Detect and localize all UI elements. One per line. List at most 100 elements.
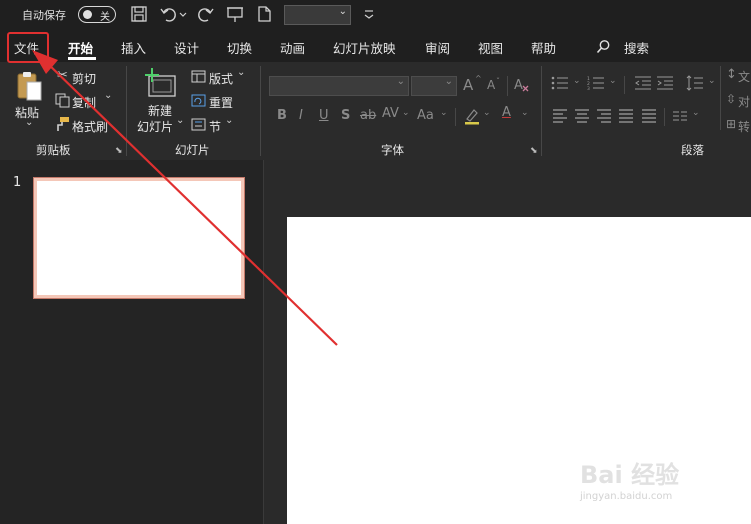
align-left-icon[interactable] [552,109,568,123]
tab-design[interactable]: 设计 [174,38,199,57]
tab-review[interactable]: 审阅 [425,38,450,57]
numbering-icon[interactable]: 1 2 3 [587,76,605,90]
tab-animations[interactable]: 动画 [280,38,305,57]
svg-text:3: 3 [587,86,590,90]
paste-icon[interactable] [12,70,46,104]
font-color-button[interactable]: A [502,105,511,120]
distributed-icon[interactable] [641,109,657,123]
section-button[interactable]: 节 [209,118,221,135]
shadow-button[interactable]: S [341,108,350,123]
new-slide-label[interactable]: 新建 [148,102,172,119]
slide-thumbnail[interactable] [33,177,245,299]
layout-icon[interactable] [191,70,206,83]
underline-button[interactable]: U [319,108,329,123]
decrease-indent-icon[interactable] [634,76,652,90]
tab-transitions[interactable]: 切换 [227,38,252,57]
layout-button[interactable]: 版式 [209,70,233,87]
convert-smartart-button[interactable]: 转 [738,118,750,135]
font-color-chevron-down-icon[interactable]: ⌄ [521,108,529,118]
new-slide-label-2[interactable]: 幻灯片 [137,118,173,135]
divider [507,76,508,96]
change-case-button[interactable]: Aa [417,108,434,123]
undo-icon[interactable] [160,5,178,23]
tab-home[interactable]: 开始 [68,38,93,57]
font-size-select[interactable]: ⌄ [411,76,457,96]
numbering-chevron-down-icon[interactable]: ⌄ [609,76,617,86]
redo-icon[interactable] [196,5,214,23]
search-icon[interactable] [596,39,611,54]
text-direction-icon[interactable]: ↕ [726,67,737,82]
customize-qat-icon[interactable] [362,5,376,23]
copy-button[interactable]: 复制 [72,94,96,111]
layout-chevron-down-icon[interactable]: ⌄ [237,67,245,78]
highlight-icon[interactable] [463,107,481,125]
clear-formatting-icon[interactable]: A [513,76,531,94]
increase-indent-icon[interactable] [656,76,674,90]
svg-text:A: A [514,78,523,93]
format-painter-button[interactable]: 格式刷 [72,118,108,135]
smartart-icon[interactable]: ⊞ [726,117,736,131]
justify-icon[interactable] [618,109,634,123]
italic-button[interactable]: I [299,108,303,123]
bold-button[interactable]: B [277,108,287,123]
format-painter-icon[interactable] [54,116,70,132]
present-icon[interactable] [226,5,244,23]
grow-font-button[interactable]: A [463,76,473,94]
tab-insert[interactable]: 插入 [121,38,146,57]
new-slide-chevron-down-icon[interactable]: ⌄ [176,115,184,126]
divider [720,66,721,130]
section-chevron-down-icon[interactable]: ⌄ [225,115,233,126]
strikethrough-button[interactable]: ab [360,108,376,123]
grow-font-arrow-icon: ^ [475,74,482,83]
reset-icon[interactable] [191,94,206,107]
font-name-select[interactable]: ⌄ [269,76,409,96]
save-icon[interactable] [130,5,148,23]
chevron-down-icon: ⌄ [444,76,453,87]
tab-help[interactable]: 帮助 [531,38,556,57]
active-tab-indicator [68,57,96,60]
clipboard-launcher-icon[interactable]: ⬊ [115,146,123,156]
ribbon-tabs: 文件 开始 插入 设计 切换 动画 幻灯片放映 审阅 视图 帮助 搜索 [0,30,751,62]
cut-button[interactable]: 剪切 [72,70,96,87]
paragraph-group-label: 段落 [681,143,704,157]
quick-access-toolbar: 自动保存 关 ⌄ [0,0,751,30]
align-right-icon[interactable] [596,109,612,123]
copy-chevron-down-icon[interactable]: ⌄ [104,90,112,101]
tab-search[interactable]: 搜索 [624,38,649,57]
shrink-font-arrow-icon: ˇ [496,77,500,86]
bullets-chevron-down-icon[interactable]: ⌄ [573,76,581,86]
new-file-icon[interactable] [255,5,273,23]
new-slide-icon[interactable] [143,68,177,98]
align-center-icon[interactable] [574,109,590,123]
columns-chevron-down-icon[interactable]: ⌄ [692,108,700,118]
line-spacing-icon[interactable] [686,75,704,91]
bullets-icon[interactable] [551,76,569,90]
autosave-label: 自动保存 [22,9,66,22]
font-launcher-icon[interactable]: ⬊ [530,146,538,156]
spacing-chevron-down-icon[interactable]: ⌄ [402,108,410,118]
shrink-font-button[interactable]: A [487,78,495,92]
tab-view[interactable]: 视图 [478,38,503,57]
reset-button[interactable]: 重置 [209,94,233,111]
tab-slideshow[interactable]: 幻灯片放映 [333,38,396,57]
character-spacing-button[interactable]: AV [382,106,399,121]
autosave-toggle[interactable]: 关 [78,6,116,23]
line-spacing-chevron-down-icon[interactable]: ⌄ [708,76,716,86]
divider [664,108,665,126]
section-icon[interactable] [191,118,206,131]
copy-icon[interactable] [55,93,70,108]
highlight-chevron-down-icon[interactable]: ⌄ [483,108,491,118]
font-group-label: 字体 [381,143,404,157]
text-direction-button[interactable]: 文 [738,68,750,85]
case-chevron-down-icon[interactable]: ⌄ [440,108,448,118]
align-text-button[interactable]: 对 [738,93,750,110]
paste-chevron-down-icon[interactable]: ⌄ [25,117,33,128]
columns-icon[interactable] [672,111,688,121]
group-divider [541,66,542,156]
align-text-icon[interactable]: ⇳ [726,92,736,106]
cut-icon[interactable]: ✂ [57,68,68,83]
font-preview-dropdown[interactable]: ⌄ [284,5,351,25]
undo-dropdown-chevron-down-icon[interactable] [178,5,188,23]
clipboard-group-label: 剪贴板 [36,143,71,157]
watermark-url: jingyan.baidu.com [580,491,673,502]
